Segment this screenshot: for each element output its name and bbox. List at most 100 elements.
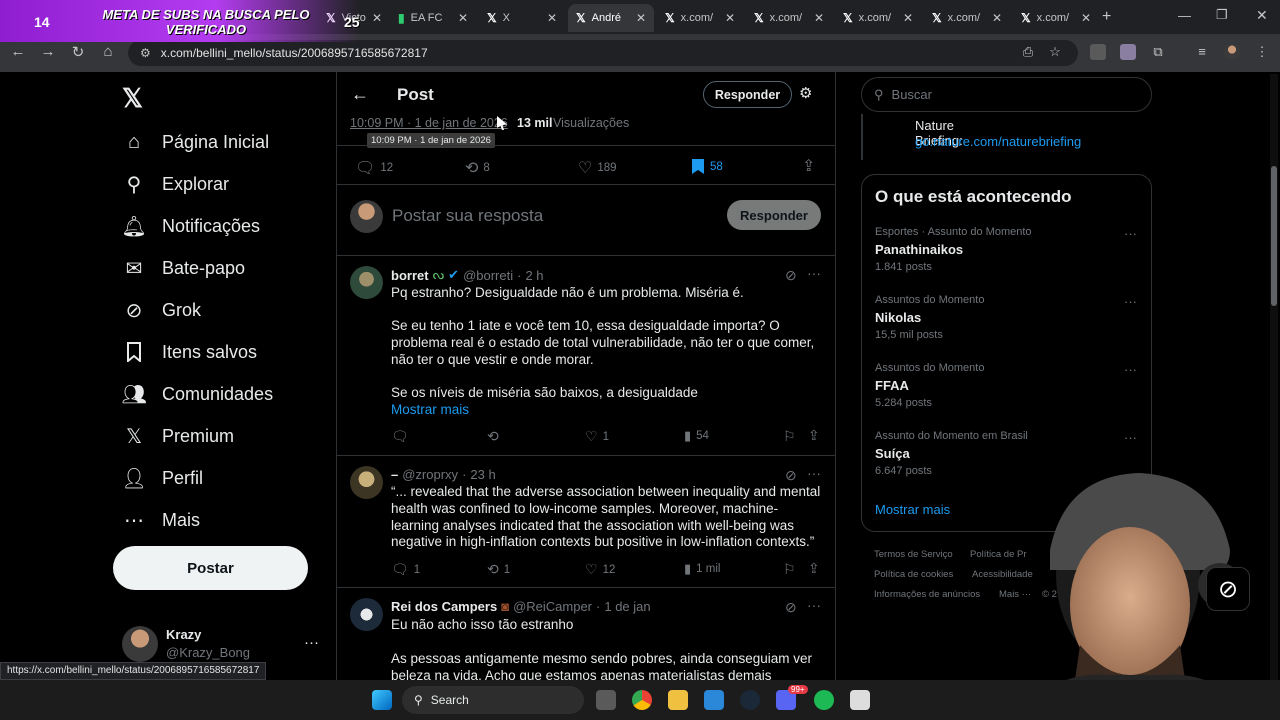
tab-eafc[interactable]: ▮ EA FC ✕ [390, 4, 476, 32]
reply-avatar[interactable] [350, 266, 383, 299]
close-icon[interactable]: ✕ [725, 11, 735, 25]
share-icon[interactable]: ⇪ [802, 156, 815, 176]
sidebar-item-profile[interactable]: 👤︎ Perfil [121, 461, 203, 495]
reload-icon[interactable]: ↻ [68, 43, 88, 61]
trend-item[interactable]: Assuntos do Momento Nikolas 15,5 mil pos… [875, 294, 1140, 341]
star-icon[interactable]: ☆ [1047, 44, 1063, 60]
tab-xcom-1[interactable]: 𝕏 x.com/ ✕ [657, 4, 743, 32]
extensions-puzzle-icon[interactable]: ⧉ [1150, 44, 1166, 60]
grok-floating-button[interactable]: ⊘ [1206, 567, 1250, 611]
author-name[interactable]: – [391, 467, 398, 482]
tab-andre-active[interactable]: 𝕏 André ✕ [568, 4, 654, 32]
close-icon[interactable]: ✕ [636, 11, 646, 25]
store-icon[interactable] [704, 690, 724, 710]
file-explorer-icon[interactable] [668, 690, 688, 710]
home-browser-icon[interactable]: ⌂ [98, 43, 118, 60]
sidebar-item-chat[interactable]: ✉ Bate-papo [122, 251, 245, 285]
reply-avatar[interactable] [350, 466, 383, 499]
author-handle[interactable]: @zroprxy [402, 467, 458, 482]
restore-button[interactable]: ❐ [1216, 7, 1228, 23]
x-logo-icon[interactable]: 𝕏 [122, 83, 143, 114]
post-timestamp[interactable]: 10:09 PM · 1 de jan de 2026 [350, 116, 508, 130]
trend-item[interactable]: Assuntos do Momento FFAA 5.284 posts [875, 362, 1140, 409]
nature-link[interactable]: go.nature.com/naturebriefing [915, 134, 1081, 149]
sidebar-item-home[interactable]: ⌂ Página Inicial [122, 125, 269, 159]
scrollbar-thumb[interactable] [1271, 166, 1277, 306]
like-action[interactable]: ♡ 1 [585, 428, 609, 445]
author-name[interactable]: borret [391, 268, 429, 283]
task-view-icon[interactable] [596, 690, 616, 710]
sidebar-item-explore[interactable]: ⚲ Explorar [122, 167, 229, 201]
sidebar-item-notifications[interactable]: 🔔︎ Notificações [121, 209, 260, 243]
views-action[interactable]: ▮ 54 [684, 428, 709, 444]
author-handle[interactable]: @borreti [463, 268, 513, 283]
more-icon[interactable]: ··· [807, 597, 821, 613]
taskbar-search[interactable]: ⚲ Search [402, 686, 584, 714]
header-reply-button[interactable]: Responder [703, 81, 792, 108]
url-field[interactable]: ⚙ x.com/bellini_mello/status/20068957165… [128, 40, 1078, 66]
account-menu-icon[interactable]: ··· [304, 634, 319, 651]
back-arrow-icon[interactable]: ← [351, 84, 369, 105]
like-action[interactable]: ♡ 189 [578, 158, 617, 178]
close-icon[interactable]: ✕ [458, 11, 468, 25]
views-action[interactable]: ▮ 1 mil [684, 561, 720, 577]
browser-menu-icon[interactable]: ⋮ [1254, 44, 1270, 60]
tab-x[interactable]: 𝕏 X ✕ [479, 4, 565, 32]
footer-link[interactable]: Termos de Serviço [874, 549, 953, 560]
grok-icon[interactable]: ⊘ [785, 467, 797, 484]
minimize-button[interactable]: — [1178, 8, 1191, 23]
trend-more-icon[interactable]: ··· [1124, 362, 1137, 377]
sidebar-item-grok[interactable]: ⊘ Grok [122, 293, 201, 327]
trend-more-icon[interactable]: ··· [1124, 430, 1137, 445]
share-icon[interactable]: ⇪ [808, 560, 820, 577]
media-queue-icon[interactable]: ≡ [1194, 44, 1210, 60]
trend-more-icon[interactable]: ··· [1124, 294, 1137, 309]
spotify-icon[interactable] [814, 690, 834, 710]
close-icon[interactable]: ✕ [372, 11, 382, 25]
extension-icon-2[interactable] [1120, 44, 1136, 60]
bookmark-icon[interactable]: ⚐ [783, 428, 796, 445]
install-app-icon[interactable]: ⎙ [1020, 44, 1036, 60]
reply-avatar[interactable] [350, 598, 383, 631]
tab-xcom-2[interactable]: 𝕏 x.com/ ✕ [746, 4, 832, 32]
chrome-icon[interactable] [632, 690, 652, 710]
close-icon[interactable]: ✕ [903, 11, 913, 25]
search-input[interactable]: ⚲ Buscar [861, 77, 1152, 112]
windows-start-icon[interactable] [372, 690, 392, 710]
tab-xcom-5[interactable]: 𝕏 x.com/ ✕ [1013, 4, 1099, 32]
reply-action[interactable]: 🗨︎ 12 [355, 158, 393, 178]
steam-icon[interactable] [740, 690, 760, 710]
like-action[interactable]: ♡ 12 [585, 561, 615, 578]
close-icon[interactable]: ✕ [814, 11, 824, 25]
trend-more-icon[interactable]: ··· [1124, 226, 1137, 241]
reply-time[interactable]: 1 de jan [604, 599, 650, 614]
trends-show-more[interactable]: Mostrar mais [875, 502, 950, 517]
close-window-button[interactable]: ✕ [1256, 7, 1268, 24]
grok-icon[interactable]: ⊘ [785, 267, 797, 284]
composer-reply-button[interactable]: Responder [727, 200, 821, 230]
sidebar-item-bookmarks[interactable]: Itens salvos [122, 335, 257, 369]
tab-xcom-3[interactable]: 𝕏 x.com/ ✕ [835, 4, 921, 32]
repost-action[interactable]: ⟲ 1 [487, 561, 510, 578]
trend-item[interactable]: Esportes · Assunto do Momento Panathinai… [875, 226, 1140, 273]
close-icon[interactable]: ✕ [1081, 11, 1091, 25]
filter-icon[interactable]: ⚙ [799, 84, 812, 102]
app-icon[interactable] [850, 690, 870, 710]
sidebar-item-more[interactable]: ⋯ Mais [122, 503, 200, 537]
show-more-link[interactable]: Mostrar mais [391, 402, 469, 417]
reply-time[interactable]: 23 h [470, 467, 495, 482]
share-icon[interactable]: ⇪ [808, 427, 820, 444]
bookmark-icon[interactable]: ⚐ [783, 561, 796, 578]
extension-icon[interactable] [1090, 44, 1106, 60]
footer-link[interactable]: Política de cookies [874, 569, 953, 580]
reply-time[interactable]: 2 h [525, 268, 543, 283]
author-name[interactable]: Rei dos Campers [391, 599, 497, 614]
post-button[interactable]: Postar [113, 546, 308, 590]
account-avatar[interactable] [122, 626, 158, 662]
repost-action[interactable]: ⟲ 8 [465, 158, 490, 178]
close-icon[interactable]: ✕ [992, 11, 1002, 25]
new-tab-button[interactable]: + [1102, 8, 1111, 26]
reply-action[interactable]: 🗨︎ 1 [391, 561, 420, 578]
site-info-icon[interactable]: ⚙ [140, 46, 151, 60]
bookmark-action[interactable]: 58 [691, 158, 723, 175]
